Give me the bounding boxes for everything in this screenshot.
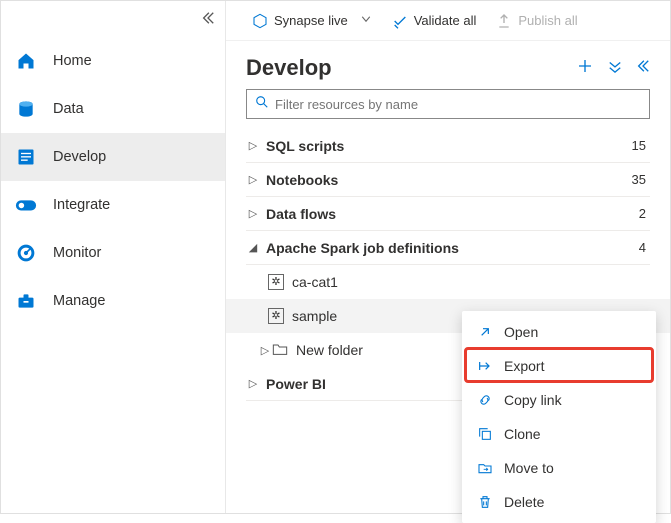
context-clone[interactable]: Clone [462, 417, 656, 451]
sidebar-item-monitor[interactable]: Monitor [1, 229, 225, 277]
manage-icon [15, 290, 37, 312]
context-menu: Open Export Copy link Clone Move to Dele… [462, 311, 656, 523]
context-label: Export [504, 358, 544, 374]
sidebar-item-develop[interactable]: Develop [1, 133, 225, 181]
validate-all-button[interactable]: Validate all [386, 9, 483, 33]
sidebar-item-label: Monitor [53, 245, 101, 261]
expand-all-button[interactable] [608, 59, 622, 78]
collapse-sidebar-button[interactable] [201, 11, 215, 30]
tree-section-count: 35 [632, 172, 650, 187]
chevron-down-icon [354, 13, 372, 28]
tree-item-label: sample [292, 308, 337, 324]
move-icon [476, 460, 494, 476]
context-label: Copy link [504, 392, 562, 408]
spark-job-icon: ✲ [268, 274, 284, 290]
tree-section-sql-scripts[interactable]: ▷ SQL scripts 15 [246, 129, 650, 163]
sidebar-item-label: Data [53, 101, 84, 117]
chevron-right-icon: ▷ [246, 207, 260, 220]
sidebar-item-home[interactable]: Home [1, 37, 225, 85]
workspace-mode-label: Synapse live [274, 13, 348, 28]
context-copy-link[interactable]: Copy link [462, 383, 656, 417]
hexagon-icon [252, 13, 268, 29]
home-icon [15, 50, 37, 72]
search-icon [255, 95, 269, 114]
context-label: Open [504, 324, 538, 340]
tree-section-data-flows[interactable]: ▷ Data flows 2 [246, 197, 650, 231]
validate-label: Validate all [414, 13, 477, 28]
chevron-right-icon: ▷ [246, 377, 260, 390]
panel-title: Develop [246, 55, 332, 81]
tree-item-ca-cat1[interactable]: ✲ ca-cat1 [246, 265, 650, 299]
chevron-down-icon: ◢ [246, 241, 260, 254]
link-icon [476, 392, 494, 408]
filter-input-wrapper[interactable] [246, 89, 650, 119]
publish-label: Publish all [518, 13, 577, 28]
publish-icon [496, 13, 512, 29]
sidebar-item-manage[interactable]: Manage [1, 277, 225, 325]
context-export[interactable]: Export [462, 349, 656, 383]
left-sidebar: Home Data Develop Integrate Monitor Mana… [1, 1, 226, 513]
open-icon [476, 324, 494, 340]
tree-item-label: ca-cat1 [292, 274, 338, 290]
chevron-right-icon: ▷ [246, 139, 260, 152]
tree-section-spark-jobs[interactable]: ◢ Apache Spark job definitions 4 [246, 231, 650, 265]
database-icon [15, 98, 37, 120]
add-resource-button[interactable] [576, 57, 594, 80]
sidebar-item-data[interactable]: Data [1, 85, 225, 133]
sidebar-item-label: Home [53, 53, 92, 69]
chevron-right-icon: ▷ [246, 173, 260, 186]
spark-job-icon: ✲ [268, 308, 284, 324]
develop-icon [15, 146, 37, 168]
sidebar-item-integrate[interactable]: Integrate [1, 181, 225, 229]
context-label: Move to [504, 460, 554, 476]
chevron-right-icon: ▷ [258, 344, 272, 357]
publish-all-button: Publish all [490, 9, 583, 33]
collapse-panel-button[interactable] [636, 59, 650, 78]
tree-item-label: New folder [296, 342, 363, 358]
folder-icon [272, 342, 288, 359]
sidebar-item-label: Integrate [53, 197, 110, 213]
context-open[interactable]: Open [462, 315, 656, 349]
sidebar-item-label: Manage [53, 293, 105, 309]
export-icon [476, 358, 494, 374]
tree-section-label: Notebooks [260, 172, 632, 188]
context-label: Delete [504, 494, 544, 510]
tree-section-count: 4 [639, 240, 650, 255]
tree-section-label: Apache Spark job definitions [260, 240, 639, 256]
delete-icon [476, 494, 494, 510]
monitor-icon [15, 242, 37, 264]
sidebar-item-label: Develop [53, 149, 106, 165]
workspace-mode-dropdown[interactable]: Synapse live [246, 9, 378, 33]
tree-section-count: 2 [639, 206, 650, 221]
tree-section-label: SQL scripts [260, 138, 632, 154]
panel-header: Develop [226, 41, 670, 89]
integrate-icon [15, 194, 37, 216]
context-label: Clone [504, 426, 541, 442]
top-toolbar: Synapse live Validate all Publish all [226, 1, 670, 41]
context-move-to[interactable]: Move to [462, 451, 656, 485]
validate-icon [392, 13, 408, 29]
clone-icon [476, 426, 494, 442]
tree-section-label: Data flows [260, 206, 639, 222]
tree-section-notebooks[interactable]: ▷ Notebooks 35 [246, 163, 650, 197]
filter-input[interactable] [275, 97, 641, 112]
tree-section-count: 15 [632, 138, 650, 153]
